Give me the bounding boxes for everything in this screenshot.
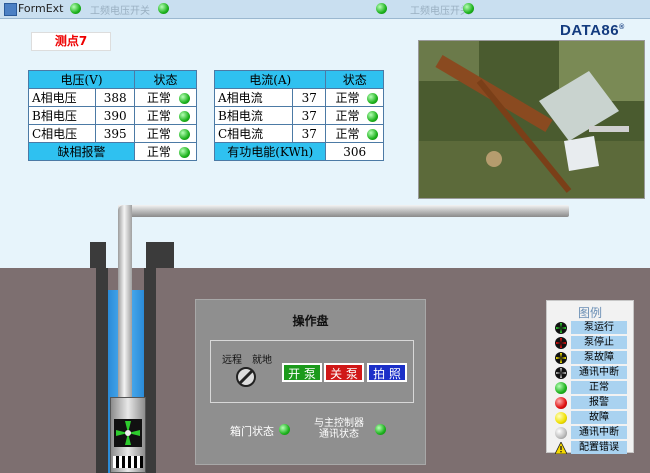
title-status-lamp-1 bbox=[70, 3, 81, 14]
current-header: 电流(A) bbox=[213, 70, 327, 89]
well-top-left bbox=[90, 242, 106, 268]
legend-item-config-error: 配置错误 bbox=[553, 441, 627, 455]
mode-switch-knob-icon[interactable] bbox=[235, 366, 257, 388]
table-row: 缺相报警 正常 bbox=[28, 142, 197, 161]
title-status-lamp-4 bbox=[463, 3, 474, 14]
camera-photo bbox=[418, 40, 645, 199]
status-lamp-icon bbox=[367, 128, 379, 140]
start-pump-button[interactable]: 开 泵 bbox=[282, 363, 322, 382]
status-lamp-icon bbox=[367, 92, 379, 104]
ghost-label-left: 工频电压开关 bbox=[90, 6, 150, 17]
table-row: A相电压 388 正常 bbox=[27, 88, 197, 107]
legend-item-offline: 通讯中断 bbox=[553, 426, 627, 440]
table-row: C相电流 37 正常 bbox=[213, 124, 384, 143]
pump-base bbox=[113, 456, 143, 468]
legend-item-pump-running: 泵运行 bbox=[553, 321, 627, 335]
legend-item-normal: 正常 bbox=[553, 381, 627, 395]
gray-lamp-icon bbox=[555, 427, 567, 439]
yellow-lamp-icon bbox=[555, 412, 567, 424]
voltage-table: 电压(V) 状态 A相电压 388 正常 B相电压 390 正常 C相电压 395 正… bbox=[27, 70, 198, 161]
legend-item-pump-offline: 通讯中断 bbox=[553, 366, 627, 380]
voltage-status-header: 状态 bbox=[133, 70, 198, 89]
take-photo-button[interactable]: 拍 照 bbox=[367, 363, 407, 382]
legend-title: 图例 bbox=[577, 306, 602, 320]
brand-logo: DATA86® bbox=[560, 22, 625, 39]
comm-status-lamp-icon bbox=[375, 424, 386, 435]
current-table: 电流(A) 状态 A相电流 37 正常 B相电流 37 正常 C相电流 37 正常 有… bbox=[213, 70, 384, 161]
photo-image bbox=[419, 41, 644, 198]
door-status-lamp-icon bbox=[279, 424, 290, 435]
well-wall-left bbox=[96, 268, 108, 473]
switch-local-label: 就地 bbox=[252, 355, 272, 366]
status-lamp-icon bbox=[179, 146, 191, 158]
title-status-lamp-2 bbox=[158, 3, 169, 14]
riser-pipe bbox=[118, 205, 132, 405]
legend-item-alarm: 报警 bbox=[553, 396, 627, 410]
outlet-pipe bbox=[118, 205, 569, 217]
table-row: B相电压 390 正常 bbox=[27, 106, 197, 125]
red-lamp-icon bbox=[555, 397, 567, 409]
current-status-header: 状态 bbox=[325, 70, 384, 89]
status-lamp-icon bbox=[179, 128, 191, 140]
fan-green-icon bbox=[555, 322, 567, 334]
ghost-label-right: 工频电压开关 bbox=[410, 6, 470, 17]
status-lamp-icon bbox=[367, 110, 379, 122]
status-lamp-icon bbox=[179, 92, 191, 104]
stop-pump-button[interactable]: 关 泵 bbox=[324, 363, 364, 382]
table-row: A相电流 37 正常 bbox=[213, 88, 384, 107]
door-status-label: 箱门状态 bbox=[230, 425, 274, 438]
legend-item-pump-fault: 泵故障 bbox=[553, 351, 627, 365]
warning-icon bbox=[555, 442, 567, 454]
operation-panel: 操作盘 远程 就地 开 泵 关 泵 拍 照 箱门状态 与主控制器 通讯状态 bbox=[195, 299, 426, 465]
green-lamp-icon bbox=[555, 382, 567, 394]
voltage-header: 电压(V) bbox=[28, 70, 135, 89]
title-status-lamp-3 bbox=[376, 3, 387, 14]
table-row: C相电压 395 正常 bbox=[27, 124, 197, 143]
fan-gray-icon bbox=[555, 367, 567, 379]
window-titlebar: FormExt 工频电压开关 工频电压开关 bbox=[0, 0, 650, 19]
legend-panel: 图例 泵运行 泵停止 泵故障 通讯中断 正常 报警 故障 通讯中断 配置错误 bbox=[546, 300, 634, 455]
fan-red-icon bbox=[555, 337, 567, 349]
switch-remote-label: 远程 bbox=[222, 355, 242, 366]
fan-yellow-icon bbox=[555, 352, 567, 364]
legend-item-pump-stopped: 泵停止 bbox=[553, 336, 627, 350]
well-top-right bbox=[146, 242, 174, 268]
point-label: 测点7 bbox=[31, 32, 111, 51]
panel-title: 操作盘 bbox=[292, 314, 329, 328]
legend-item-fault: 故障 bbox=[553, 411, 627, 425]
status-lamp-icon bbox=[179, 110, 191, 122]
pump-body[interactable] bbox=[110, 397, 146, 473]
window-title: FormExt bbox=[18, 2, 64, 15]
table-row: B相电流 37 正常 bbox=[213, 106, 384, 125]
app-icon bbox=[4, 3, 17, 16]
table-row: 有功电能(KWh) 306 bbox=[213, 142, 384, 161]
pump-fan-icon bbox=[114, 419, 142, 447]
comm-status-label: 与主控制器 通讯状态 bbox=[314, 418, 364, 440]
